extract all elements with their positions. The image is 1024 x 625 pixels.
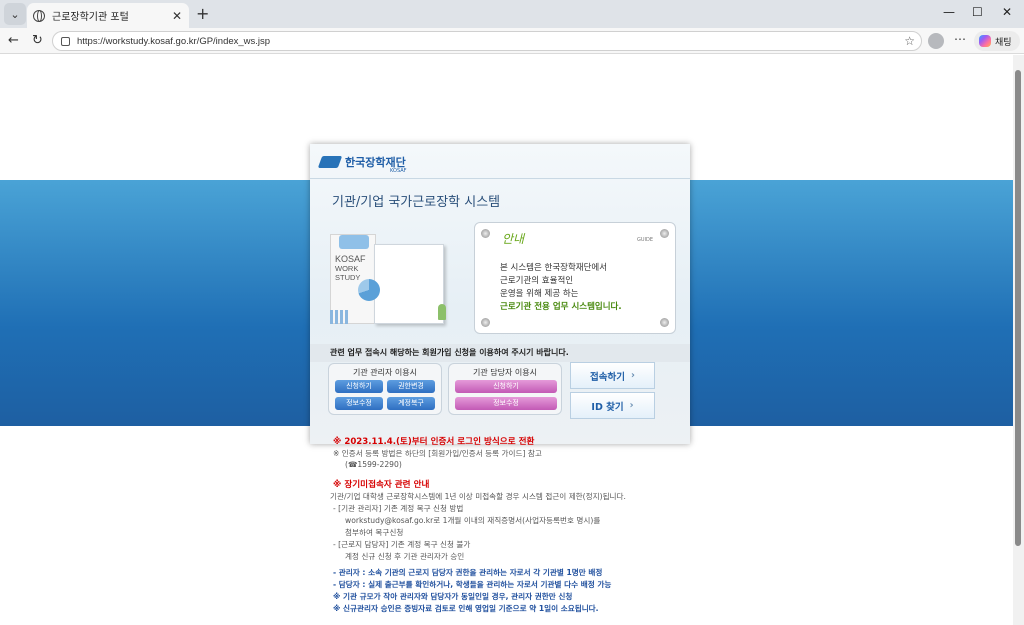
notice-item: - 관리자 : 소속 기관의 근로지 담당자 권한을 관리하는 자로서 각 기관… <box>333 568 603 577</box>
screw-icon <box>660 229 669 238</box>
main-card: 한국장학재단 KOSAF 기관/기업 국가근로장학 시스템 KOSAF WORK S… <box>310 144 690 444</box>
refresh-icon[interactable]: ↻ <box>32 33 43 48</box>
guide-line: 근로기관 전용 업무 시스템입니다. <box>500 302 622 312</box>
notice-item: - [기관 관리자] 기존 계정 복구 신청 방법 <box>333 504 464 513</box>
brand-sub: KOSAF <box>390 168 407 174</box>
scrollbar-thumb[interactable] <box>1015 70 1021 546</box>
notice-item: - 담당자 : 실제 출근부를 확인하거나, 학생들을 관리하는 자로서 기관별… <box>333 580 612 589</box>
close-window-button[interactable]: ✕ <box>1002 5 1012 19</box>
notice-item: ※ 기관 규모가 작아 관리자와 담당자가 동일인일 경우, 관리자 권한만 신… <box>333 592 573 601</box>
address-bar-row: ← ↻ https://workstudy.kosaf.go.kr/GP/ind… <box>0 28 1024 54</box>
minimize-button[interactable]: — <box>943 5 955 19</box>
bar-chart-icon <box>330 310 350 324</box>
plant-icon <box>438 304 446 320</box>
notice-item: workstudy@kosaf.go.kr로 1개월 이내의 재직증명서(사업자… <box>345 516 601 525</box>
chevron-right-icon: › <box>629 400 634 411</box>
ribbon-icon <box>339 235 369 249</box>
url-field[interactable]: https://workstudy.kosaf.go.kr/GP/index_w… <box>52 31 922 51</box>
guide-tag: GUIDE <box>636 237 653 243</box>
login-button-label: 접속하기 <box>590 371 626 383</box>
copilot-icon <box>979 35 991 47</box>
manager-group: 기관 담당자 이용시 신청하기 정보수정 <box>448 363 562 415</box>
screw-icon <box>481 229 490 238</box>
profile-avatar[interactable] <box>928 33 944 49</box>
info-strip-text: 관련 업무 접속시 해당하는 회원가입 신청을 이용하여 주시기 바랍니다. <box>330 348 569 357</box>
illustration-text: KOSAF WORK STUDY <box>335 254 366 283</box>
screen-illustration <box>374 244 444 324</box>
screw-icon <box>660 318 669 327</box>
notice-item: 첨부하여 복구신청 <box>345 528 404 537</box>
notice-item: ※ 인증서 등록 방법은 하단의 [회원가입/인증서 등록 가이드] 참고 <box>333 449 542 458</box>
info-strip: 관련 업무 접속시 해당하는 회원가입 신청을 이용하여 주시기 바랍니다. <box>310 344 690 362</box>
maximize-button[interactable]: ☐ <box>972 5 983 19</box>
notice-item: - [근로지 담당자] 기존 계정 복구 신청 불가 <box>333 540 471 549</box>
screw-icon <box>481 318 490 327</box>
find-id-button[interactable]: ID 찾기 › <box>570 392 655 419</box>
notice-item: 계정 신규 신청 후 기관 관리자가 승인 <box>345 552 465 561</box>
notice-item: 기관/기업 대학생 근로장학시스템에 1년 이상 미접속할 경우 시스템 접근이… <box>330 492 626 501</box>
manager-apply-button[interactable]: 신청하기 <box>455 380 557 393</box>
system-title: 기관/기업 국가근로장학 시스템 <box>332 195 501 210</box>
admin-group-title: 기관 관리자 이용시 <box>353 368 417 377</box>
notice-item: ※ 2023.11.4.(토)부터 인증서 로그인 방식으로 전환 <box>333 437 535 447</box>
globe-icon <box>33 9 45 22</box>
work-study-illustration: KOSAF WORK STUDY <box>330 224 450 334</box>
manager-edit-info-button[interactable]: 정보수정 <box>455 397 557 410</box>
copilot-label: 채팅 <box>995 37 1012 48</box>
manager-group-title: 기관 담당자 이용시 <box>473 368 537 377</box>
guide-panel: 안내 GUIDE 본 시스템은 한국장학재단에서 근로기관의 효율적인 운영을 … <box>474 222 676 334</box>
guide-heading: 안내 <box>502 232 525 246</box>
site-info-icon[interactable] <box>61 36 70 46</box>
tab-list-button[interactable]: ⌄ <box>4 3 26 25</box>
notice-item: (☎1599-2290) <box>345 460 402 469</box>
guide-line: 운영을 위해 제공 하는 <box>500 289 579 299</box>
more-menu-icon[interactable]: ⋯ <box>954 32 966 46</box>
pie-chart-icon <box>358 279 380 301</box>
favorite-star-icon[interactable]: ☆ <box>904 34 915 48</box>
admin-change-permission-button[interactable]: 권한변경 <box>387 380 435 393</box>
graduation-cap-icon <box>317 156 343 168</box>
admin-apply-button[interactable]: 신청하기 <box>335 380 383 393</box>
notice-item: ※ 신규관리자 승인은 증빙자료 검토로 인해 영업일 기준으로 약 1일이 소… <box>333 604 599 613</box>
browser-tab[interactable]: 근로장학기관 포털 ✕ <box>27 3 189 28</box>
guide-line: 본 시스템은 한국장학재단에서 <box>500 263 608 273</box>
tab-strip: ⌄ 근로장학기관 포털 ✕ + — ☐ ✕ <box>0 0 1024 28</box>
tab-title: 근로장학기관 포털 <box>52 12 129 23</box>
divider <box>310 178 690 179</box>
admin-recover-account-button[interactable]: 계정복구 <box>387 397 435 410</box>
login-button[interactable]: 접속하기 › <box>570 362 655 389</box>
find-id-button-label: ID 찾기 <box>591 401 624 413</box>
chevron-down-icon: ⌄ <box>10 7 20 21</box>
back-icon[interactable]: ← <box>8 33 19 48</box>
guide-line: 근로기관의 효율적인 <box>500 276 574 286</box>
notice-item: ※ 장기미접속자 관련 안내 <box>333 480 430 490</box>
kosaf-logo[interactable]: 한국장학재단 KOSAF <box>317 154 407 174</box>
url-text: https://workstudy.kosaf.go.kr/GP/index_w… <box>77 35 271 47</box>
copilot-chat-button[interactable]: 채팅 <box>974 31 1020 51</box>
tab-close-icon[interactable]: ✕ <box>172 9 182 23</box>
admin-edit-info-button[interactable]: 정보수정 <box>335 397 383 410</box>
admin-group: 기관 관리자 이용시 신청하기 권한변경 정보수정 계정복구 <box>328 363 442 415</box>
new-tab-button[interactable]: + <box>196 4 209 23</box>
page-viewport: 한국장학재단 KOSAF 기관/기업 국가근로장학 시스템 KOSAF WORK S… <box>0 55 1013 625</box>
chevron-right-icon: › <box>631 370 635 381</box>
